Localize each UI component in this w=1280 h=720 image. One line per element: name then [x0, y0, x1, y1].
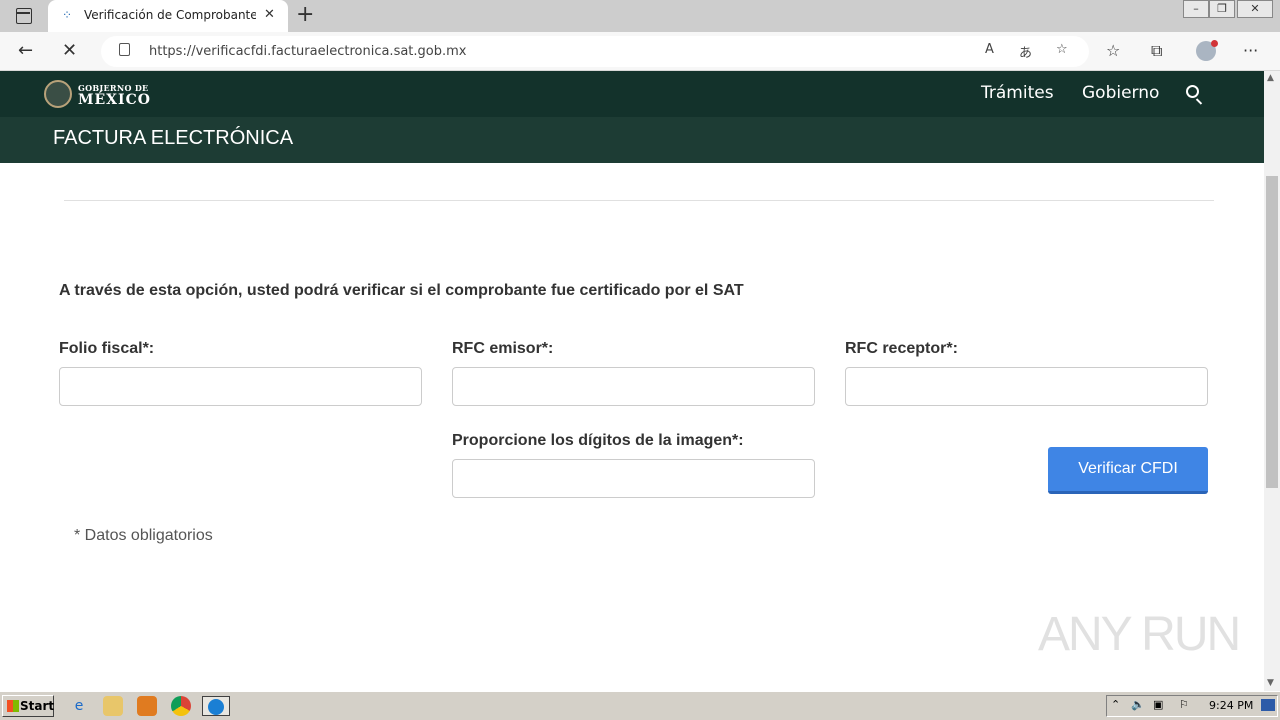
mexico-seal-icon: [44, 80, 72, 108]
tab-title: Verificación de Comprobantes Fi: [84, 8, 256, 22]
volume-icon[interactable]: 🔈: [1131, 698, 1145, 711]
explorer-icon[interactable]: [103, 696, 123, 716]
start-button[interactable]: Start: [2, 695, 54, 717]
minimize-button[interactable]: –: [1183, 0, 1209, 18]
profile-avatar[interactable]: [1196, 40, 1218, 61]
clock: 9:24 PM: [1209, 699, 1254, 712]
rfc-receptor-label: RFC receptor*:: [845, 340, 958, 357]
divider: [64, 200, 1214, 201]
gob-header: GOBIERNO DE MÉXICO Trámites Gobierno: [0, 71, 1264, 117]
scroll-thumb[interactable]: [1266, 176, 1278, 488]
folio-fiscal-input[interactable]: [59, 367, 422, 406]
tray-expand-icon[interactable]: ⌃: [1111, 698, 1120, 711]
gob-logo-bottom[interactable]: MÉXICO: [78, 92, 151, 108]
show-desktop-icon[interactable]: [1261, 699, 1275, 711]
search-icon[interactable]: [1186, 85, 1199, 98]
anyrun-watermark: ANY RUN: [1038, 608, 1241, 661]
read-aloud-icon[interactable]: A: [985, 42, 994, 57]
browser-toolbar: ← ✕ https://verificacfdi.facturaelectron…: [0, 32, 1280, 71]
rfc-emisor-label: RFC emisor*:: [452, 340, 554, 357]
start-label: Start: [20, 699, 55, 713]
url-text[interactable]: https://verificacfdi.facturaelectronica.…: [149, 44, 466, 59]
ie-icon[interactable]: e: [69, 696, 89, 716]
nav-gobierno[interactable]: Gobierno: [1082, 83, 1159, 103]
media-player-icon[interactable]: [137, 696, 157, 716]
collections-icon[interactable]: ⧉: [1151, 40, 1162, 62]
edge-taskbar-button[interactable]: [202, 696, 230, 716]
add-favorite-icon[interactable]: ☆: [1056, 42, 1068, 57]
required-note: * Datos obligatorios: [74, 527, 213, 544]
back-icon[interactable]: ←: [18, 40, 33, 62]
favorites-icon[interactable]: ☆: [1106, 40, 1120, 62]
system-tray: ⌃ 🔈 ▣ ⚐ 9:24 PM: [1106, 695, 1278, 717]
network-icon[interactable]: ▣: [1153, 698, 1163, 711]
edge-icon: [208, 699, 224, 715]
main-content: A través de esta opción, usted podrá ver…: [0, 163, 1264, 691]
folio-fiscal-label: Folio fiscal*:: [59, 340, 155, 357]
page-scrollbar[interactable]: ▲ ▼: [1264, 71, 1280, 691]
browser-tab[interactable]: ⁘ Verificación de Comprobantes Fi ✕: [48, 0, 288, 32]
form-intro: A través de esta opción, usted podrá ver…: [59, 282, 744, 299]
section-banner: FACTURA ELECTRÓNICA: [0, 117, 1264, 163]
verify-cfdi-button[interactable]: Verificar CFDI: [1048, 447, 1208, 494]
tab-actions-icon[interactable]: [16, 8, 32, 24]
restore-button[interactable]: ❐: [1209, 0, 1235, 18]
more-menu-icon[interactable]: ···: [1243, 40, 1258, 62]
tab-close-icon[interactable]: ✕: [264, 7, 275, 22]
scroll-up-icon[interactable]: ▲: [1267, 73, 1274, 83]
lock-icon[interactable]: [119, 43, 130, 56]
close-window-button[interactable]: ✕: [1237, 0, 1273, 18]
rfc-receptor-input[interactable]: [845, 367, 1208, 406]
rfc-emisor-input[interactable]: [452, 367, 815, 406]
browser-tab-bar: ⁘ Verificación de Comprobantes Fi ✕ + – …: [0, 0, 1280, 32]
loading-favicon-icon: ⁘: [62, 8, 73, 22]
windows-flag-icon: [7, 700, 19, 712]
chrome-icon[interactable]: [171, 696, 191, 716]
nav-tramites[interactable]: Trámites: [981, 83, 1054, 103]
scroll-down-icon[interactable]: ▼: [1267, 678, 1274, 688]
taskbar: Start e ⌃ 🔈 ▣ ⚐ 9:24 PM: [0, 691, 1280, 720]
address-bar[interactable]: https://verificacfdi.facturaelectronica.…: [101, 36, 1089, 67]
stop-loading-icon[interactable]: ✕: [62, 40, 77, 62]
new-tab-button[interactable]: +: [296, 3, 314, 27]
flag-icon[interactable]: ⚐: [1179, 698, 1189, 711]
translate-icon[interactable]: あ: [1019, 42, 1032, 61]
captcha-label: Proporcione los dígitos de la imagen*:: [452, 432, 744, 449]
section-title: FACTURA ELECTRÓNICA: [53, 127, 294, 149]
captcha-input[interactable]: [452, 459, 815, 498]
